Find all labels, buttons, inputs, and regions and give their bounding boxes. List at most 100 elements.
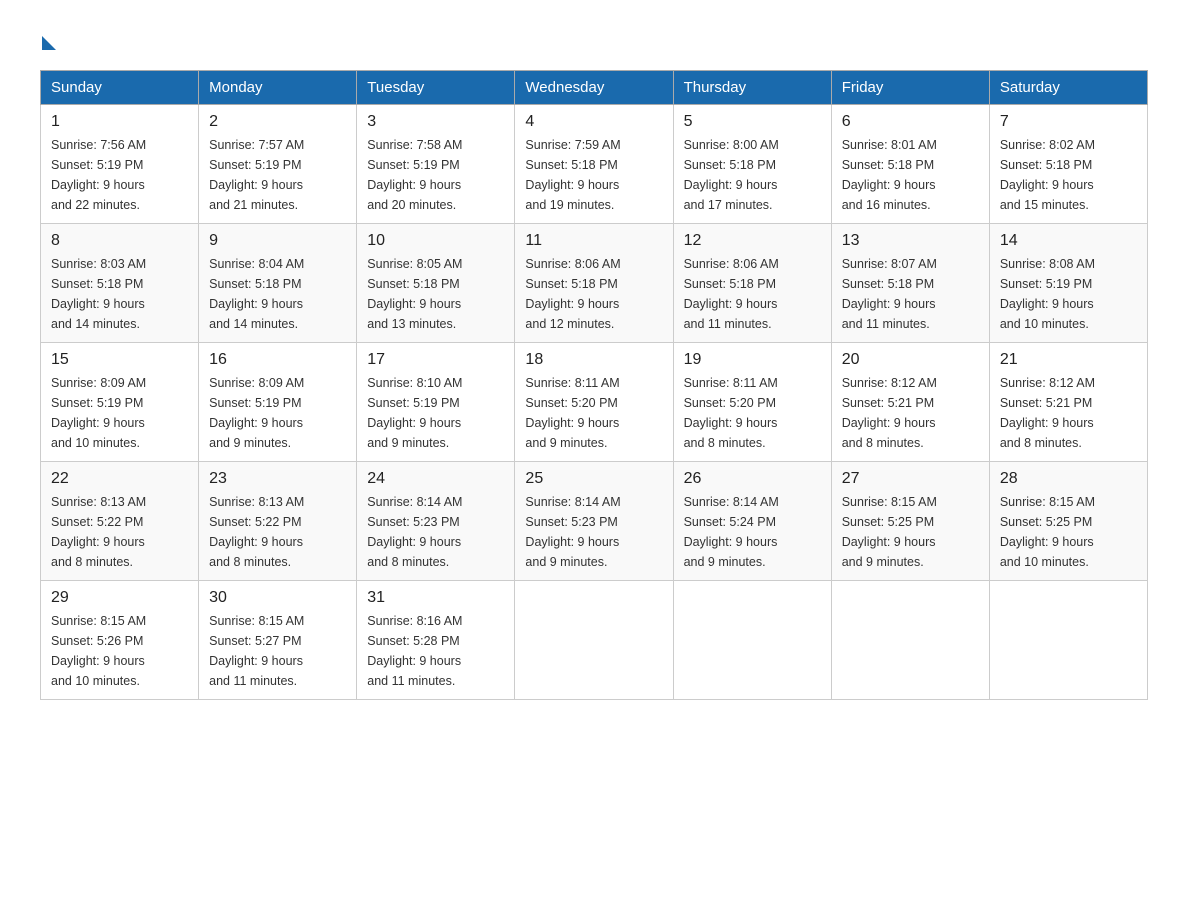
- calendar-cell: 3 Sunrise: 7:58 AMSunset: 5:19 PMDayligh…: [357, 105, 515, 224]
- calendar-cell: 17 Sunrise: 8:10 AMSunset: 5:19 PMDaylig…: [357, 343, 515, 462]
- weekday-header-thursday: Thursday: [673, 71, 831, 105]
- day-number: 22: [51, 470, 188, 488]
- day-number: 27: [842, 470, 979, 488]
- calendar-cell: 23 Sunrise: 8:13 AMSunset: 5:22 PMDaylig…: [199, 462, 357, 581]
- weekday-header-wednesday: Wednesday: [515, 71, 673, 105]
- day-number: 18: [525, 351, 662, 369]
- weekday-header-monday: Monday: [199, 71, 357, 105]
- day-number: 4: [525, 113, 662, 131]
- day-number: 24: [367, 470, 504, 488]
- calendar-table: SundayMondayTuesdayWednesdayThursdayFrid…: [40, 70, 1148, 700]
- calendar-cell: 7 Sunrise: 8:02 AMSunset: 5:18 PMDayligh…: [989, 105, 1147, 224]
- day-number: 1: [51, 113, 188, 131]
- day-info: Sunrise: 7:59 AMSunset: 5:18 PMDaylight:…: [525, 135, 662, 215]
- day-info: Sunrise: 8:16 AMSunset: 5:28 PMDaylight:…: [367, 611, 504, 691]
- calendar-cell: 22 Sunrise: 8:13 AMSunset: 5:22 PMDaylig…: [41, 462, 199, 581]
- day-info: Sunrise: 8:08 AMSunset: 5:19 PMDaylight:…: [1000, 254, 1137, 334]
- day-number: 10: [367, 232, 504, 250]
- day-number: 25: [525, 470, 662, 488]
- calendar-cell: 8 Sunrise: 8:03 AMSunset: 5:18 PMDayligh…: [41, 224, 199, 343]
- calendar-cell: 5 Sunrise: 8:00 AMSunset: 5:18 PMDayligh…: [673, 105, 831, 224]
- day-info: Sunrise: 8:11 AMSunset: 5:20 PMDaylight:…: [525, 373, 662, 453]
- calendar-week-5: 29 Sunrise: 8:15 AMSunset: 5:26 PMDaylig…: [41, 581, 1148, 700]
- day-info: Sunrise: 8:13 AMSunset: 5:22 PMDaylight:…: [51, 492, 188, 572]
- day-info: Sunrise: 8:05 AMSunset: 5:18 PMDaylight:…: [367, 254, 504, 334]
- calendar-cell: 16 Sunrise: 8:09 AMSunset: 5:19 PMDaylig…: [199, 343, 357, 462]
- day-number: 14: [1000, 232, 1137, 250]
- calendar-cell: 20 Sunrise: 8:12 AMSunset: 5:21 PMDaylig…: [831, 343, 989, 462]
- day-info: Sunrise: 8:12 AMSunset: 5:21 PMDaylight:…: [1000, 373, 1137, 453]
- day-info: Sunrise: 8:02 AMSunset: 5:18 PMDaylight:…: [1000, 135, 1137, 215]
- calendar-cell: [989, 581, 1147, 700]
- calendar-cell: 11 Sunrise: 8:06 AMSunset: 5:18 PMDaylig…: [515, 224, 673, 343]
- day-number: 13: [842, 232, 979, 250]
- day-info: Sunrise: 8:04 AMSunset: 5:18 PMDaylight:…: [209, 254, 346, 334]
- weekday-header-row: SundayMondayTuesdayWednesdayThursdayFrid…: [41, 71, 1148, 105]
- day-info: Sunrise: 8:11 AMSunset: 5:20 PMDaylight:…: [684, 373, 821, 453]
- calendar-cell: 10 Sunrise: 8:05 AMSunset: 5:18 PMDaylig…: [357, 224, 515, 343]
- day-info: Sunrise: 8:14 AMSunset: 5:23 PMDaylight:…: [525, 492, 662, 572]
- calendar-cell: 19 Sunrise: 8:11 AMSunset: 5:20 PMDaylig…: [673, 343, 831, 462]
- calendar-cell: 12 Sunrise: 8:06 AMSunset: 5:18 PMDaylig…: [673, 224, 831, 343]
- calendar-cell: [515, 581, 673, 700]
- day-number: 30: [209, 589, 346, 607]
- day-info: Sunrise: 8:01 AMSunset: 5:18 PMDaylight:…: [842, 135, 979, 215]
- calendar-cell: 29 Sunrise: 8:15 AMSunset: 5:26 PMDaylig…: [41, 581, 199, 700]
- calendar-week-4: 22 Sunrise: 8:13 AMSunset: 5:22 PMDaylig…: [41, 462, 1148, 581]
- weekday-header-saturday: Saturday: [989, 71, 1147, 105]
- day-info: Sunrise: 8:14 AMSunset: 5:23 PMDaylight:…: [367, 492, 504, 572]
- day-info: Sunrise: 8:14 AMSunset: 5:24 PMDaylight:…: [684, 492, 821, 572]
- day-info: Sunrise: 8:09 AMSunset: 5:19 PMDaylight:…: [51, 373, 188, 453]
- calendar-cell: 24 Sunrise: 8:14 AMSunset: 5:23 PMDaylig…: [357, 462, 515, 581]
- day-number: 11: [525, 232, 662, 250]
- calendar-cell: 27 Sunrise: 8:15 AMSunset: 5:25 PMDaylig…: [831, 462, 989, 581]
- day-info: Sunrise: 8:15 AMSunset: 5:26 PMDaylight:…: [51, 611, 188, 691]
- day-info: Sunrise: 8:09 AMSunset: 5:19 PMDaylight:…: [209, 373, 346, 453]
- day-number: 28: [1000, 470, 1137, 488]
- weekday-header-tuesday: Tuesday: [357, 71, 515, 105]
- day-number: 12: [684, 232, 821, 250]
- calendar-cell: 13 Sunrise: 8:07 AMSunset: 5:18 PMDaylig…: [831, 224, 989, 343]
- day-number: 5: [684, 113, 821, 131]
- calendar-cell: 31 Sunrise: 8:16 AMSunset: 5:28 PMDaylig…: [357, 581, 515, 700]
- weekday-header-sunday: Sunday: [41, 71, 199, 105]
- day-info: Sunrise: 7:56 AMSunset: 5:19 PMDaylight:…: [51, 135, 188, 215]
- calendar-cell: 14 Sunrise: 8:08 AMSunset: 5:19 PMDaylig…: [989, 224, 1147, 343]
- calendar-cell: [831, 581, 989, 700]
- calendar-cell: 21 Sunrise: 8:12 AMSunset: 5:21 PMDaylig…: [989, 343, 1147, 462]
- day-info: Sunrise: 7:57 AMSunset: 5:19 PMDaylight:…: [209, 135, 346, 215]
- page-header: [40, 30, 1148, 50]
- day-number: 16: [209, 351, 346, 369]
- calendar-cell: 9 Sunrise: 8:04 AMSunset: 5:18 PMDayligh…: [199, 224, 357, 343]
- logo-triangle-icon: [42, 36, 56, 50]
- calendar-week-2: 8 Sunrise: 8:03 AMSunset: 5:18 PMDayligh…: [41, 224, 1148, 343]
- day-number: 3: [367, 113, 504, 131]
- day-info: Sunrise: 8:06 AMSunset: 5:18 PMDaylight:…: [525, 254, 662, 334]
- day-info: Sunrise: 8:15 AMSunset: 5:27 PMDaylight:…: [209, 611, 346, 691]
- day-info: Sunrise: 8:13 AMSunset: 5:22 PMDaylight:…: [209, 492, 346, 572]
- day-number: 21: [1000, 351, 1137, 369]
- calendar-cell: [673, 581, 831, 700]
- day-number: 31: [367, 589, 504, 607]
- day-number: 8: [51, 232, 188, 250]
- day-number: 9: [209, 232, 346, 250]
- calendar-cell: 4 Sunrise: 7:59 AMSunset: 5:18 PMDayligh…: [515, 105, 673, 224]
- day-info: Sunrise: 8:03 AMSunset: 5:18 PMDaylight:…: [51, 254, 188, 334]
- calendar-cell: 1 Sunrise: 7:56 AMSunset: 5:19 PMDayligh…: [41, 105, 199, 224]
- calendar-week-1: 1 Sunrise: 7:56 AMSunset: 5:19 PMDayligh…: [41, 105, 1148, 224]
- day-number: 6: [842, 113, 979, 131]
- calendar-cell: 30 Sunrise: 8:15 AMSunset: 5:27 PMDaylig…: [199, 581, 357, 700]
- logo: [40, 30, 56, 50]
- calendar-cell: 25 Sunrise: 8:14 AMSunset: 5:23 PMDaylig…: [515, 462, 673, 581]
- day-number: 15: [51, 351, 188, 369]
- calendar-cell: 26 Sunrise: 8:14 AMSunset: 5:24 PMDaylig…: [673, 462, 831, 581]
- day-info: Sunrise: 8:12 AMSunset: 5:21 PMDaylight:…: [842, 373, 979, 453]
- day-info: Sunrise: 7:58 AMSunset: 5:19 PMDaylight:…: [367, 135, 504, 215]
- day-info: Sunrise: 8:00 AMSunset: 5:18 PMDaylight:…: [684, 135, 821, 215]
- day-info: Sunrise: 8:15 AMSunset: 5:25 PMDaylight:…: [1000, 492, 1137, 572]
- day-number: 20: [842, 351, 979, 369]
- day-number: 2: [209, 113, 346, 131]
- calendar-week-3: 15 Sunrise: 8:09 AMSunset: 5:19 PMDaylig…: [41, 343, 1148, 462]
- day-number: 23: [209, 470, 346, 488]
- day-info: Sunrise: 8:06 AMSunset: 5:18 PMDaylight:…: [684, 254, 821, 334]
